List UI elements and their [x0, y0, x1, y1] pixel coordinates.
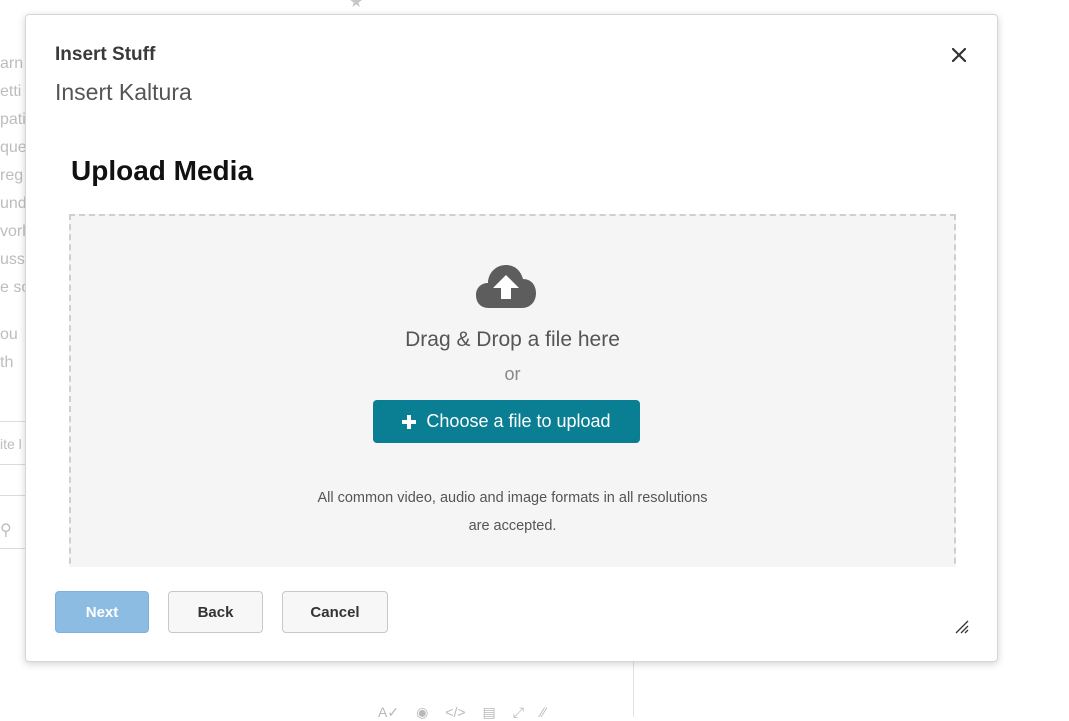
- background-text: ite l: [0, 436, 22, 452]
- formats-line-2: are accepted.: [468, 518, 557, 534]
- spellcheck-icon: A✓: [378, 704, 400, 720]
- upload-media-heading: Upload Media: [71, 155, 254, 186]
- dialog-subtitle: Insert Kaltura: [55, 79, 192, 105]
- or-label: or: [504, 364, 521, 384]
- next-button[interactable]: Next: [55, 591, 149, 633]
- dialog-title: Insert Stuff: [55, 44, 156, 65]
- link-icon: ⚲: [0, 522, 12, 539]
- background-divider: [633, 662, 634, 717]
- background-text: ou: [0, 326, 18, 343]
- close-icon[interactable]: [948, 44, 970, 66]
- cancel-button[interactable]: Cancel: [282, 591, 388, 633]
- background-text: reg: [0, 167, 24, 184]
- back-button[interactable]: Back: [168, 591, 263, 633]
- file-dropzone[interactable]: Drag & Drop a file here or Choose a file…: [69, 214, 956, 567]
- cloud-upload-icon: [476, 265, 536, 308]
- background-text: vorl: [0, 223, 26, 240]
- preview-icon: ◉: [416, 704, 429, 720]
- background-text: th: [0, 354, 14, 371]
- insert-stuff-dialog: Insert Stuff Insert Kaltura Upload Media…: [25, 14, 998, 662]
- star-icon: ★: [349, 0, 364, 11]
- drag-drop-label: Drag & Drop a file here: [405, 328, 620, 351]
- background-toolbar: A✓ ◉ </> ▤ ⤢ ⁄⁄: [378, 704, 546, 721]
- document-icon: ▤: [482, 704, 496, 720]
- background-text: pati: [0, 111, 26, 128]
- code-icon: </>: [445, 704, 466, 720]
- fullscreen-icon: ⤢: [512, 704, 524, 720]
- plus-icon: [402, 414, 417, 429]
- choose-file-button[interactable]: Choose a file to upload: [373, 400, 640, 443]
- background-text: und: [0, 195, 27, 212]
- formats-line-1: All common video, audio and image format…: [317, 490, 708, 506]
- accepted-formats-note: All common video, audio and image format…: [71, 484, 954, 540]
- resize-handle-icon[interactable]: [954, 619, 970, 635]
- background-text: que: [0, 139, 27, 156]
- background-text: etti: [0, 83, 22, 100]
- background-text: arn: [0, 55, 24, 72]
- background-text: uss: [0, 251, 25, 268]
- dialog-content: Upload Media Drag & Drop a file here or …: [27, 127, 997, 567]
- resize-icon: ⁄⁄: [540, 704, 546, 720]
- choose-file-label: Choose a file to upload: [426, 411, 611, 431]
